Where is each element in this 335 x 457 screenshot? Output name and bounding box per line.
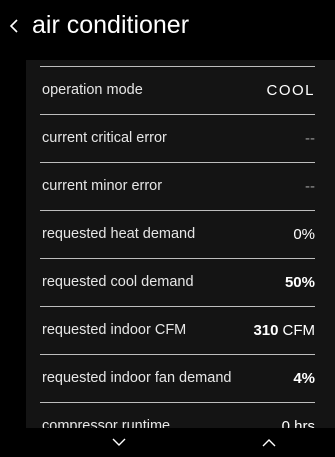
list-item-requested-cool-demand[interactable]: requested cool demand 50% — [40, 258, 315, 306]
row-value: 0% — [293, 226, 315, 243]
row-value: 310 CFM — [253, 307, 315, 354]
page-title: air conditioner — [32, 11, 190, 39]
list-item-operation-mode[interactable]: operation mode COOL — [40, 66, 315, 114]
row-label: operation mode — [42, 82, 143, 98]
chevron-up-icon — [262, 439, 276, 447]
row-value-unit: CFM — [282, 322, 316, 339]
row-value: -- — [305, 130, 315, 147]
row-value: 0 hrs — [281, 418, 315, 428]
row-label: requested indoor fan demand — [42, 370, 232, 386]
header-bar: air conditioner — [0, 0, 335, 50]
list-item-requested-indoor-cfm[interactable]: requested indoor CFM 310 CFM — [40, 306, 315, 354]
row-label: requested cool demand — [42, 274, 194, 290]
row-value: -- — [305, 178, 315, 195]
row-label: requested heat demand — [42, 226, 196, 242]
scroll-up-button[interactable] — [254, 434, 284, 452]
row-value-number: 310 — [253, 322, 279, 339]
row-value: 4% — [293, 370, 315, 387]
scroll-down-button[interactable] — [104, 434, 134, 452]
chevron-left-icon — [9, 19, 18, 33]
row-label: current minor error — [42, 178, 163, 194]
back-button[interactable] — [4, 12, 30, 40]
row-value: COOL — [266, 82, 315, 99]
row-label: current critical error — [42, 130, 167, 146]
footer-bar — [0, 428, 335, 456]
chevron-down-icon — [112, 438, 126, 446]
list-item-current-critical-error[interactable]: current critical error -- — [40, 114, 315, 162]
list-item-requested-heat-demand[interactable]: requested heat demand 0% — [40, 210, 315, 258]
row-value: 50% — [284, 274, 315, 291]
list-item-compressor-runtime[interactable]: compressor runtime 0 hrs — [40, 402, 315, 428]
list-item-current-minor-error[interactable]: current minor error -- — [40, 162, 315, 210]
list-item-requested-indoor-fan-demand[interactable]: requested indoor fan demand 4% — [40, 354, 315, 402]
row-label: compressor runtime — [42, 418, 171, 428]
status-list[interactable]: operation mode COOL current critical err… — [26, 60, 335, 428]
row-label: requested indoor CFM — [42, 322, 187, 338]
